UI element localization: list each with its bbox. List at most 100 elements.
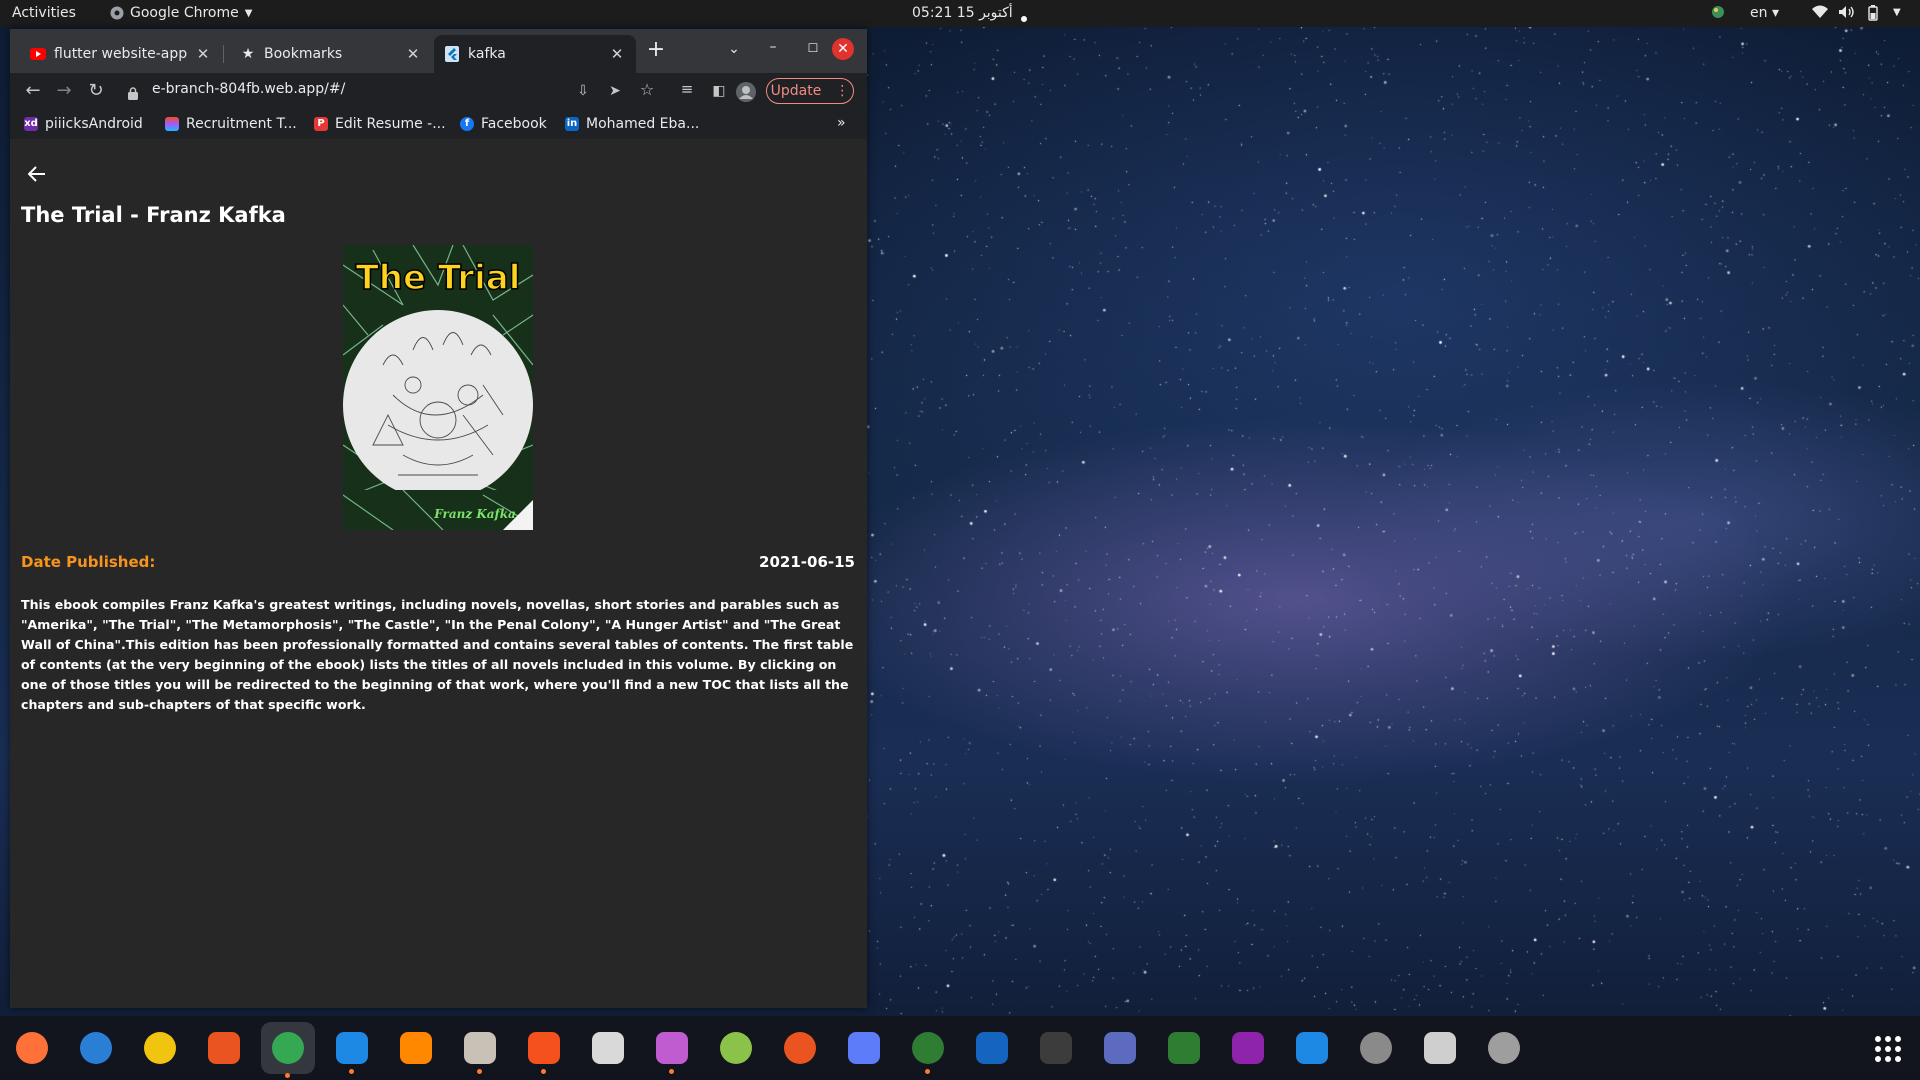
bookmarks-bar: xd piiicksAndroid Recruitment T... P Edi… (10, 111, 867, 139)
calc-launcher[interactable] (1162, 1026, 1206, 1070)
tab-title: flutter website-app (54, 46, 188, 62)
rhythmbox-icon (144, 1032, 176, 1064)
globe-launcher[interactable] (906, 1026, 950, 1074)
tasks-launcher[interactable] (842, 1026, 886, 1070)
android-icon (720, 1032, 752, 1064)
vscode-launcher[interactable] (1290, 1026, 1334, 1070)
facebook-icon: f (460, 117, 474, 131)
vscode-icon (1296, 1032, 1328, 1064)
ubuntu-icon (784, 1032, 816, 1064)
close-tab-icon[interactable]: ✕ (404, 45, 422, 63)
book-cover-image: The Trial Franz Kafka (343, 245, 533, 530)
app-name: Google Chrome (130, 5, 239, 21)
book-title: The Trial - Franz Kafka (21, 203, 286, 227)
back-arrow-icon[interactable] (27, 163, 46, 188)
language-indicator[interactable]: en ▾ (1750, 5, 1779, 21)
firefox-launcher[interactable] (10, 1026, 54, 1070)
forward-icon[interactable]: → (51, 80, 77, 101)
chrome-launcher[interactable] (261, 1022, 315, 1078)
lock-icon[interactable] (128, 85, 138, 104)
video-player-launcher[interactable] (650, 1026, 694, 1074)
system-menu-chevron-icon[interactable]: ▼ (1893, 7, 1901, 18)
reload-icon[interactable]: ↻ (83, 80, 109, 101)
battery-icon[interactable] (1866, 5, 1880, 25)
ubuntu-launcher[interactable] (778, 1026, 822, 1070)
writer-launcher[interactable] (970, 1026, 1014, 1070)
draw-launcher[interactable] (522, 1026, 566, 1074)
chrome-icon (272, 1032, 304, 1064)
files-icon (464, 1032, 496, 1064)
flutter-icon (444, 46, 460, 62)
wifi-icon[interactable] (1812, 5, 1828, 23)
chrome-window: flutter website-app ✕ ★ Bookmarks ✕ kafk… (10, 29, 867, 1008)
tab-search-chevron-icon[interactable]: ⌄ (720, 41, 748, 57)
send-icon[interactable]: ➤ (602, 83, 628, 99)
intellij-launcher[interactable] (1226, 1026, 1270, 1070)
software-center-launcher[interactable] (202, 1026, 246, 1070)
maximize-button[interactable]: ☐ (799, 41, 827, 55)
android-launcher[interactable] (714, 1026, 758, 1070)
bookmark-item[interactable]: f Facebook (460, 116, 547, 132)
close-tab-icon[interactable]: ✕ (194, 45, 212, 63)
show-applications-icon[interactable] (1875, 1036, 1901, 1062)
update-button[interactable]: Update ⋮ (766, 78, 854, 104)
bookmark-label: Mohamed Eba... (586, 116, 700, 132)
new-tab-button[interactable]: + (642, 37, 670, 62)
install-app-icon[interactable]: ⇩ (570, 83, 596, 99)
files-launcher[interactable] (458, 1026, 502, 1074)
terminal-icon (1040, 1032, 1072, 1064)
terminal-launcher[interactable] (1034, 1026, 1078, 1070)
bookmark-item[interactable]: Recruitment T... (165, 116, 297, 132)
volume-icon[interactable] (1838, 5, 1854, 23)
clock[interactable]: 05:21 15 أكتوبر (912, 5, 1013, 21)
side-panel-icon[interactable]: ◧ (706, 83, 732, 99)
minimize-button[interactable]: – (759, 39, 787, 55)
disk-launcher[interactable] (1482, 1026, 1526, 1070)
color-picker-icon[interactable] (1711, 5, 1725, 23)
bookmark-star-icon[interactable]: ☆ (634, 80, 660, 99)
more-bookmarks-button[interactable]: » (837, 115, 846, 131)
usb-launcher[interactable] (1418, 1026, 1462, 1070)
bookmark-item[interactable]: in Mohamed Eba... (565, 116, 699, 132)
date-published-label: Date Published: (21, 553, 156, 571)
browser-toolbar: ← → ↻ e-branch-804fb.web.app/#/ ⇩ ➤ ☆ ≡ … (10, 73, 867, 111)
bookmark-label: Edit Resume -... (335, 116, 446, 132)
app-menu[interactable]: Google Chrome ▼ (110, 5, 252, 21)
app-store-launcher[interactable] (330, 1026, 374, 1074)
top-panel: Activities Google Chrome ▼ 05:21 15 أكتو… (0, 0, 1920, 27)
rhythmbox-launcher[interactable] (138, 1026, 182, 1070)
more-menu-icon: ⋮ (835, 83, 850, 99)
running-indicator (349, 1069, 354, 1074)
cover-title: The Trial (356, 258, 521, 298)
tab-kafka[interactable]: kafka ✕ (434, 35, 636, 73)
usb-icon (1424, 1032, 1456, 1064)
close-tab-icon[interactable]: ✕ (608, 45, 626, 63)
globe-icon (912, 1032, 944, 1064)
back-icon[interactable]: ← (20, 80, 46, 101)
thunderbird-launcher[interactable] (74, 1026, 118, 1070)
screenshot-launcher[interactable] (1098, 1026, 1142, 1070)
star-icon: ★ (241, 46, 255, 62)
bookmark-label: Recruitment T... (186, 116, 297, 132)
tab-flutter-website[interactable]: flutter website-app ✕ (20, 35, 222, 73)
document-viewer-launcher[interactable] (586, 1026, 630, 1070)
activities-button[interactable]: Activities (12, 5, 76, 21)
chevron-down-icon: ▼ (244, 7, 253, 19)
bookmark-item[interactable]: P Edit Resume -... (314, 116, 446, 132)
date-published-value: 2021-06-15 (759, 553, 855, 571)
tasks-icon (848, 1032, 880, 1064)
address-bar[interactable]: e-branch-804fb.web.app/#/ (152, 81, 345, 97)
app-store-icon (336, 1032, 368, 1064)
bookmark-item[interactable]: xd piiicksAndroid (24, 116, 143, 132)
tab-bookmarks[interactable]: ★ Bookmarks ✕ (230, 35, 432, 73)
profile-avatar[interactable] (736, 82, 756, 106)
running-indicator (925, 1069, 930, 1074)
close-window-button[interactable]: ✕ (832, 38, 854, 60)
reading-list-icon[interactable]: ≡ (674, 80, 700, 98)
book-description: This ebook compiles Franz Kafka's greate… (21, 597, 854, 712)
bookmark-label: piiicksAndroid (45, 116, 143, 132)
vlc-launcher[interactable] (394, 1026, 438, 1070)
figma-icon (165, 117, 179, 131)
updater-launcher[interactable] (1354, 1026, 1398, 1070)
chrome-small-icon (110, 6, 124, 20)
